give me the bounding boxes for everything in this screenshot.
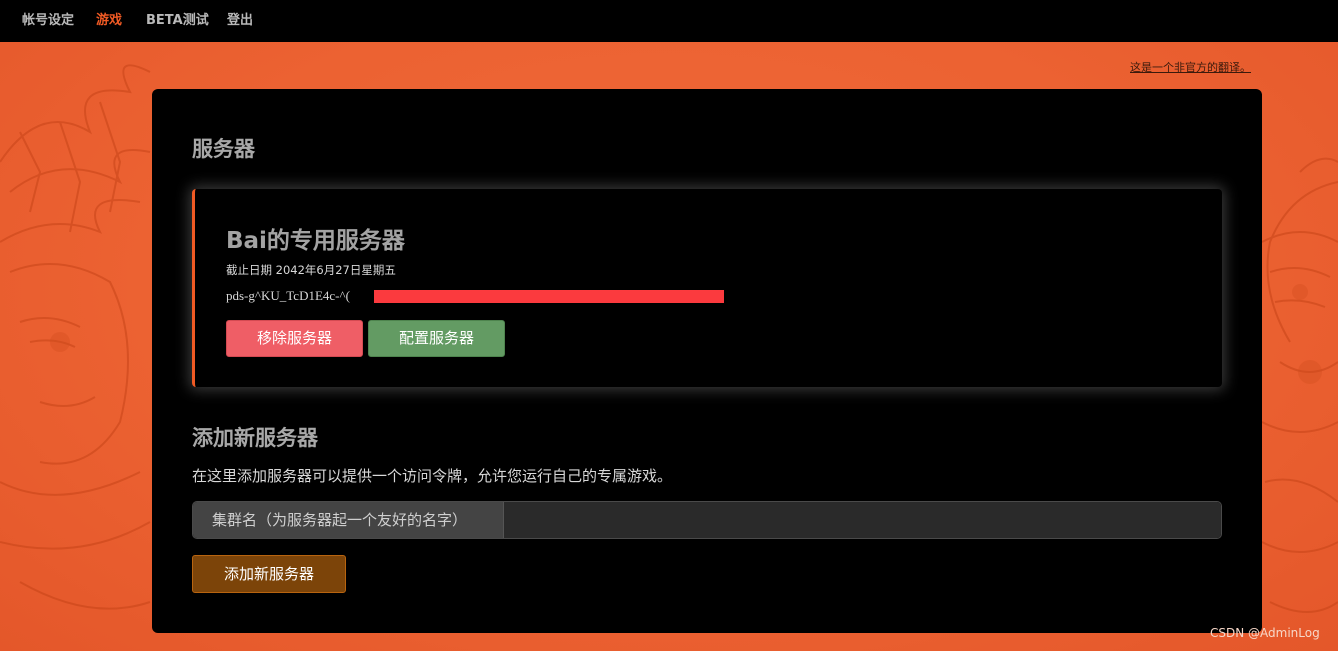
remove-server-button[interactable]: 移除服务器 [226, 320, 363, 357]
nav-games[interactable]: 游戏 [96, 9, 122, 28]
csdn-watermark: CSDN @AdminLog [1210, 626, 1320, 640]
nav-logout[interactable]: 登出 [227, 9, 253, 28]
server-card: Bai的专用服务器 截止日期 2042年6月27日星期五 pds-g^KU_Tc… [192, 189, 1222, 387]
cluster-name-label: 集群名（为服务器起一个友好的名字） [193, 502, 503, 538]
server-token-row: pds-g^KU_TcD1E4c-^( [226, 288, 786, 304]
nav-account-settings[interactable]: 帐号设定 [22, 9, 74, 28]
server-name: Bai的专用服务器 [226, 228, 405, 254]
main-panel: 服务器 Bai的专用服务器 截止日期 2042年6月27日星期五 pds-g^K… [152, 89, 1262, 633]
cluster-name-group: 集群名（为服务器起一个友好的名字） [192, 501, 1222, 539]
configure-server-button[interactable]: 配置服务器 [368, 320, 505, 357]
server-expiry: 截止日期 2042年6月27日星期五 [226, 263, 396, 277]
add-server-description: 在这里添加服务器可以提供一个访问令牌，允许您运行自己的专属游戏。 [192, 467, 673, 485]
cluster-name-input[interactable] [503, 502, 1221, 538]
nav-beta[interactable]: BETA测试 [146, 9, 209, 28]
server-token: pds-g^KU_TcD1E4c-^( [226, 288, 350, 303]
unofficial-translation-link[interactable]: 这是一个非官方的翻译。 [1130, 59, 1251, 75]
add-server-title: 添加新服务器 [192, 426, 318, 450]
top-nav: 帐号设定 游戏 BETA测试 登出 [0, 0, 1338, 42]
add-server-button[interactable]: 添加新服务器 [192, 555, 346, 593]
token-redaction [374, 290, 724, 303]
servers-title: 服务器 [192, 137, 255, 161]
